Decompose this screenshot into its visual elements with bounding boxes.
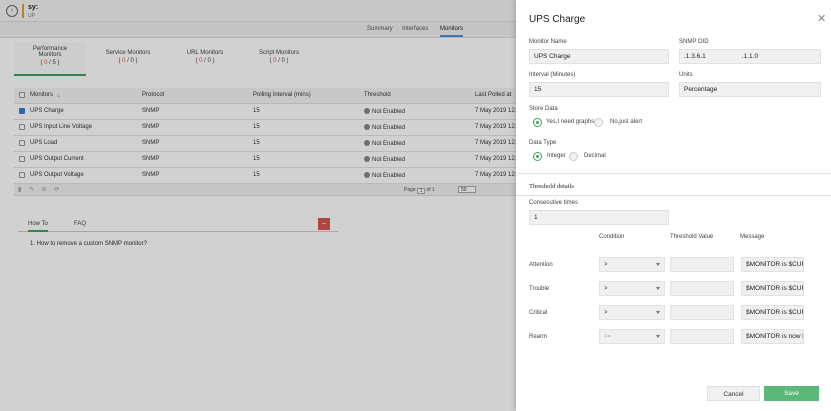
rearm-condition-select[interactable]: <=	[599, 329, 665, 344]
col-message: Message	[740, 234, 765, 240]
rearm-message-field[interactable]: $MONITOR is now bac	[741, 329, 804, 344]
decimal-label[interactable]: Decimal	[584, 153, 606, 159]
threshold-heading: Threshold details	[529, 183, 574, 190]
store-no-radio[interactable]	[594, 118, 603, 127]
units-label: Units	[679, 72, 693, 78]
divider	[516, 195, 831, 196]
store-yes-label[interactable]: Yes,I need graphs	[546, 119, 594, 125]
save-button[interactable]: Save	[764, 386, 819, 401]
store-yes-radio[interactable]	[533, 118, 542, 127]
snmp-oid-field[interactable]: .1.3.6.1 .1.1.0	[679, 49, 821, 64]
attention-threshold-field[interactable]	[670, 257, 734, 272]
divider	[516, 173, 831, 174]
interval-field[interactable]: 15	[529, 82, 669, 97]
snmp-oid-label: SNMP OID	[679, 39, 709, 45]
chevron-down-icon	[656, 311, 660, 314]
panel-title: UPS Charge	[529, 14, 586, 25]
consecutive-label: Consecutive times	[529, 200, 579, 206]
critical-label: Critical	[529, 310, 548, 316]
critical-message-field[interactable]: $MONITOR is $CURRE	[741, 305, 804, 320]
chevron-down-icon	[656, 263, 660, 266]
rearm-threshold-field[interactable]	[670, 329, 734, 344]
store-data-label: Store Data	[529, 106, 558, 112]
critical-threshold-field[interactable]	[670, 305, 734, 320]
rearm-label: Rearm	[529, 334, 548, 340]
modal-backdrop[interactable]	[0, 0, 516, 411]
trouble-label: Trouble	[529, 286, 550, 292]
data-type-label: Data Type	[529, 140, 557, 146]
monitor-name-label: Monitor Name	[529, 39, 567, 45]
integer-label[interactable]: Integer	[547, 153, 566, 159]
col-condition: Condition	[599, 234, 625, 240]
attention-message-field[interactable]: $MONITOR is $CURRE	[741, 257, 804, 272]
critical-condition-select[interactable]: >	[599, 305, 665, 320]
store-no-label[interactable]: No,just alert	[610, 119, 642, 125]
attention-label: Attention	[529, 262, 553, 268]
attention-condition-select[interactable]: >	[599, 257, 665, 272]
cancel-button[interactable]: Cancel	[707, 386, 760, 401]
trouble-condition-select[interactable]: >	[599, 281, 665, 296]
consecutive-field[interactable]: 1	[529, 210, 669, 225]
integer-radio[interactable]	[533, 152, 542, 161]
decimal-radio[interactable]	[569, 152, 578, 161]
interval-label: Interval (Minutes)	[529, 72, 576, 78]
chevron-down-icon	[656, 287, 660, 290]
close-icon[interactable]: ✕	[817, 12, 826, 25]
chevron-down-icon	[656, 335, 660, 338]
edit-monitor-panel: UPS Charge ✕ Monitor Name UPS Charge SNM…	[516, 0, 831, 411]
units-field[interactable]: Percentage	[679, 82, 821, 97]
col-threshold-value: Threshold Value	[670, 234, 714, 240]
trouble-threshold-field[interactable]	[670, 281, 734, 296]
monitor-name-field[interactable]: UPS Charge	[529, 49, 669, 64]
trouble-message-field[interactable]: $MONITOR is $CURRE	[741, 281, 804, 296]
